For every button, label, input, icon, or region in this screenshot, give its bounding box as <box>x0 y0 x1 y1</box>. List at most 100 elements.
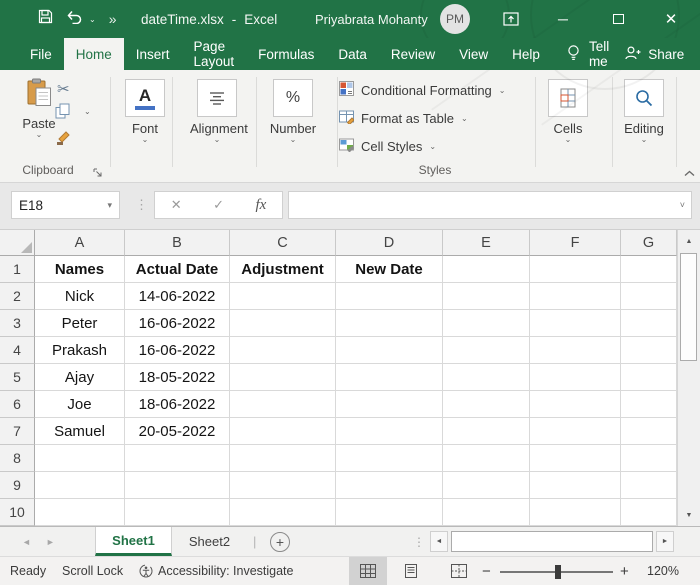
cell-D1[interactable]: New Date <box>336 256 443 283</box>
cell-A10[interactable] <box>35 499 125 526</box>
conditional-formatting-button[interactable]: Conditional Formatting ⌄ <box>339 81 506 99</box>
cell-E7[interactable] <box>443 418 530 445</box>
row-header-1[interactable]: 1 <box>0 256 35 283</box>
tab-scroll-resize-handle[interactable]: ⋮ <box>413 527 425 556</box>
cell-F4[interactable] <box>530 337 621 364</box>
cell-F8[interactable] <box>530 445 621 472</box>
cell-C3[interactable] <box>230 310 336 337</box>
cell-B6[interactable]: 18-06-2022 <box>125 391 230 418</box>
undo-icon[interactable] <box>66 9 83 29</box>
cell-E6[interactable] <box>443 391 530 418</box>
page-break-preview-button[interactable] <box>440 557 478 585</box>
cell-D2[interactable] <box>336 283 443 310</box>
font-dropdown-icon[interactable]: ⌄ <box>119 136 171 143</box>
tab-data[interactable]: Data <box>326 38 379 70</box>
formula-input[interactable]: ˅ <box>288 191 692 219</box>
sheet-tab-sheet1[interactable]: Sheet1 <box>95 527 172 556</box>
cell-F1[interactable] <box>530 256 621 283</box>
cell-A6[interactable]: Joe <box>35 391 125 418</box>
column-header-E[interactable]: E <box>443 230 530 256</box>
expand-formula-bar-icon[interactable]: ˅ <box>680 200 685 210</box>
cell-A7[interactable]: Samuel <box>35 418 125 445</box>
cell-C5[interactable] <box>230 364 336 391</box>
cells-group-button[interactable]: Cells ⌄ <box>539 79 597 143</box>
clipboard-dialog-launcher-icon[interactable] <box>93 164 102 182</box>
row-header-8[interactable]: 8 <box>0 445 35 472</box>
scroll-left-icon[interactable]: ◄ <box>430 531 448 552</box>
alignment-group-button[interactable]: Alignment ⌄ <box>190 79 244 143</box>
cell-G7[interactable] <box>621 418 677 445</box>
cut-icon[interactable]: ✂ <box>57 80 70 98</box>
tab-page-layout[interactable]: Page Layout <box>182 38 247 70</box>
tab-file[interactable]: File <box>18 38 64 70</box>
cell-B4[interactable]: 16-06-2022 <box>125 337 230 364</box>
cancel-icon[interactable]: ✕ <box>171 197 182 213</box>
row-header-7[interactable]: 7 <box>0 418 35 445</box>
select-all-button[interactable] <box>0 230 35 256</box>
cell-C1[interactable]: Adjustment <box>230 256 336 283</box>
cell-B9[interactable] <box>125 472 230 499</box>
next-sheet-icon[interactable]: ► <box>46 537 55 547</box>
avatar[interactable]: PM <box>440 4 470 34</box>
column-header-B[interactable]: B <box>125 230 230 256</box>
cell-G8[interactable] <box>621 445 677 472</box>
new-sheet-button[interactable]: + <box>270 532 290 552</box>
horizontal-scrollbar-thumb[interactable] <box>451 531 653 552</box>
zoom-out-button[interactable]: − <box>482 557 491 585</box>
cell-C9[interactable] <box>230 472 336 499</box>
row-header-9[interactable]: 9 <box>0 472 35 499</box>
scroll-up-icon[interactable]: ▲ <box>678 230 700 252</box>
cell-G4[interactable] <box>621 337 677 364</box>
format-as-table-button[interactable]: Format as Table ⌄ <box>339 109 468 127</box>
tell-me-button[interactable]: Tell me <box>552 38 624 70</box>
normal-view-button[interactable] <box>349 557 387 585</box>
cell-G6[interactable] <box>621 391 677 418</box>
row-header-10[interactable]: 10 <box>0 499 35 526</box>
cell-F7[interactable] <box>530 418 621 445</box>
cell-G5[interactable] <box>621 364 677 391</box>
ribbon-display-options-button[interactable] <box>497 0 525 38</box>
cell-F3[interactable] <box>530 310 621 337</box>
cell-G9[interactable] <box>621 472 677 499</box>
cell-F5[interactable] <box>530 364 621 391</box>
zoom-in-button[interactable]: + <box>620 557 629 585</box>
cell-F10[interactable] <box>530 499 621 526</box>
cell-B5[interactable]: 18-05-2022 <box>125 364 230 391</box>
row-header-3[interactable]: 3 <box>0 310 35 337</box>
previous-sheet-icon[interactable]: ◄ <box>22 537 31 547</box>
cell-E2[interactable] <box>443 283 530 310</box>
cell-E8[interactable] <box>443 445 530 472</box>
number-dropdown-icon[interactable]: ⌄ <box>266 136 320 143</box>
cell-F6[interactable] <box>530 391 621 418</box>
scroll-down-icon[interactable]: ▼ <box>678 504 700 526</box>
collapse-ribbon-icon[interactable] <box>684 164 695 182</box>
page-layout-view-button[interactable] <box>392 557 430 585</box>
cell-C7[interactable] <box>230 418 336 445</box>
cell-styles-button[interactable]: Cell Styles ⌄ <box>339 137 436 155</box>
font-group-button[interactable]: A Font ⌄ <box>119 79 171 143</box>
cell-D6[interactable] <box>336 391 443 418</box>
vertical-scrollbar[interactable]: ▲ ▼ <box>677 230 700 526</box>
row-header-4[interactable]: 4 <box>0 337 35 364</box>
cell-C8[interactable] <box>230 445 336 472</box>
minimize-button[interactable]: ─ <box>549 0 577 38</box>
enter-icon[interactable]: ✓ <box>213 197 224 213</box>
cell-D7[interactable] <box>336 418 443 445</box>
cell-C4[interactable] <box>230 337 336 364</box>
tab-help[interactable]: Help <box>500 38 552 70</box>
row-header-6[interactable]: 6 <box>0 391 35 418</box>
insert-function-icon[interactable]: fx <box>255 197 266 214</box>
copy-icon[interactable] <box>55 103 70 124</box>
cell-A2[interactable]: Nick <box>35 283 125 310</box>
cell-D8[interactable] <box>336 445 443 472</box>
more-commands-icon[interactable]: » <box>109 11 116 27</box>
alignment-dropdown-icon[interactable]: ⌄ <box>190 136 244 143</box>
tab-view[interactable]: View <box>447 38 500 70</box>
editing-dropdown-icon[interactable]: ⌄ <box>615 136 673 143</box>
cell-G10[interactable] <box>621 499 677 526</box>
tab-formulas[interactable]: Formulas <box>246 38 326 70</box>
cell-D10[interactable] <box>336 499 443 526</box>
cell-E1[interactable] <box>443 256 530 283</box>
cell-G3[interactable] <box>621 310 677 337</box>
name-box[interactable]: E18 ▾ <box>11 191 120 219</box>
